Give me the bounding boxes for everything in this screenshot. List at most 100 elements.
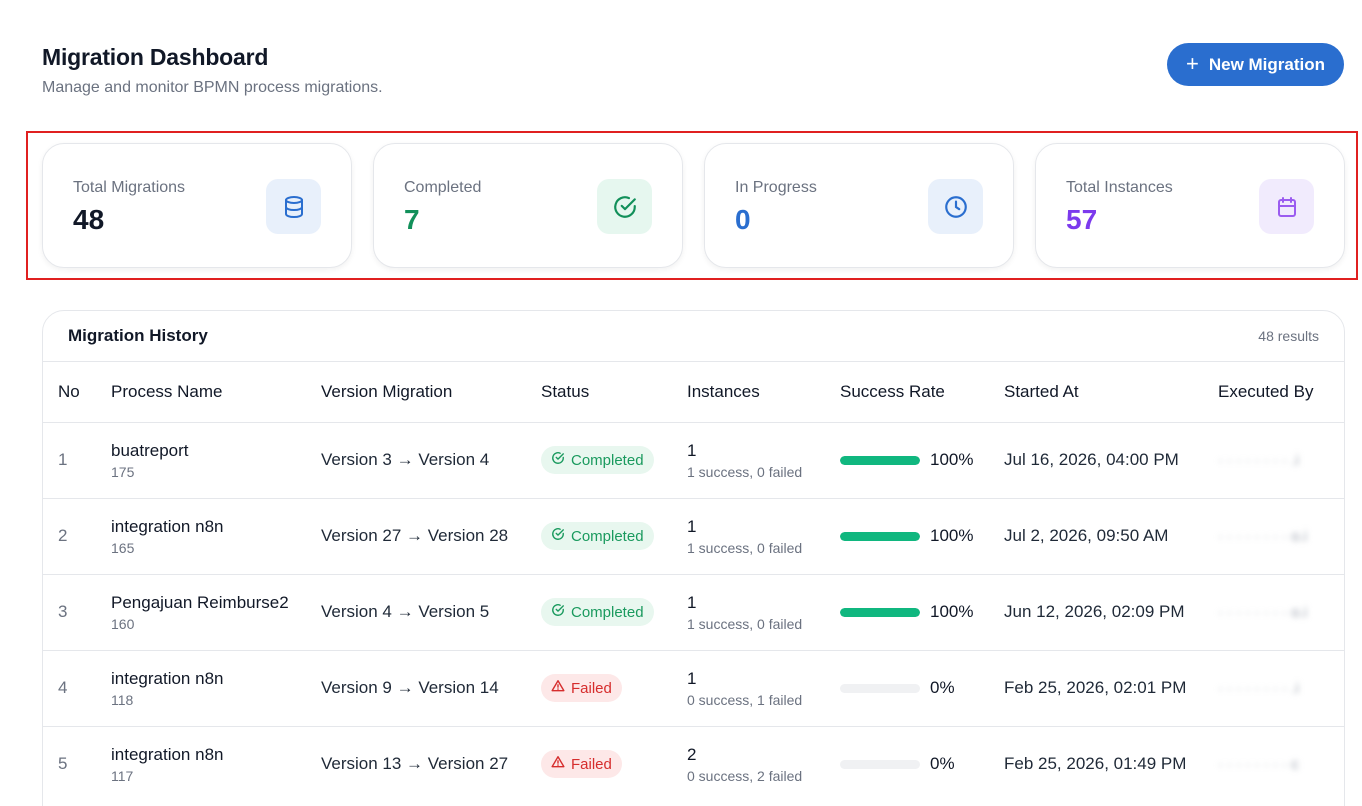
version-migration: Version 4 → Version 5 — [321, 573, 541, 650]
row-number: 3 — [43, 573, 111, 650]
check-circle-icon — [551, 527, 565, 545]
warning-icon — [551, 755, 565, 773]
success-rate-label: 100% — [930, 526, 974, 545]
stat-card-in-progress: In Progress 0 — [704, 143, 1014, 268]
process-name[interactable]: integration n8n — [111, 517, 321, 537]
table-row[interactable]: 3 Pengajuan Reimburse2 160 Version 4 → V… — [43, 573, 1344, 650]
history-header: Migration History 48 results — [43, 311, 1344, 362]
stat-label: Completed — [404, 179, 482, 196]
stat-label: Total Instances — [1066, 179, 1173, 196]
instances-cell: 1 0 success, 1 failed — [687, 649, 840, 726]
status-cell: Failed — [541, 725, 687, 802]
success-rate-cell: 0% — [840, 649, 1004, 726]
migration-table: No Process Name Version Migration Status… — [43, 362, 1344, 802]
instances-detail: 0 success, 2 failed — [687, 767, 803, 784]
process-name[interactable]: integration n8n — [111, 669, 321, 689]
process-id: 175 — [111, 463, 135, 480]
process-id: 117 — [111, 767, 134, 784]
success-rate-fill — [840, 455, 920, 465]
row-number: 1 — [43, 421, 111, 498]
column-header[interactable]: Started At — [1004, 362, 1218, 422]
process-cell: integration n8n 118 — [111, 649, 321, 726]
history-count: 48 results — [1258, 328, 1319, 344]
success-rate-cell: 0% — [840, 725, 1004, 802]
started-at: Feb 25, 2026, 02:01 PM — [1004, 649, 1218, 726]
clock-icon — [928, 179, 983, 234]
history-title: Migration History — [68, 326, 208, 345]
status-label: Failed — [571, 755, 612, 773]
stat-value: 57 — [1066, 204, 1098, 235]
started-at: Jun 12, 2026, 02:09 PM — [1004, 573, 1218, 650]
process-name[interactable]: Pengajuan Reimburse2 — [111, 593, 321, 613]
instances-cell: 2 0 success, 2 failed — [687, 725, 840, 802]
status-badge: Failed — [541, 674, 622, 702]
stats-row: Total Migrations 48 Completed 7 In Progr… — [42, 143, 1345, 268]
success-rate-label: 0% — [930, 678, 955, 697]
executed-by-cell: · · · · · · · · c — [1218, 725, 1344, 802]
success-rate-bar — [840, 455, 920, 465]
process-id: 165 — [111, 539, 135, 556]
column-header[interactable]: Executed By — [1218, 362, 1344, 422]
instances-detail: 1 success, 0 failed — [687, 539, 803, 556]
success-rate-bar — [840, 759, 920, 769]
table-row[interactable]: 5 integration n8n 117 Version 13 → Versi… — [43, 725, 1344, 802]
status-badge: Completed — [541, 446, 654, 474]
started-at: Feb 25, 2026, 01:49 PM — [1004, 725, 1218, 802]
instances-count: 1 — [687, 440, 697, 460]
success-rate-cell: 100% — [840, 497, 1004, 574]
version-migration: Version 3 → Version 4 — [321, 421, 541, 498]
column-header[interactable]: Process Name — [111, 362, 321, 422]
warning-icon — [551, 679, 565, 697]
instances-cell: 1 1 success, 0 failed — [687, 421, 840, 498]
table-row[interactable]: 2 integration n8n 165 Version 27 → Versi… — [43, 497, 1344, 574]
instances-detail: 0 success, 1 failed — [687, 691, 803, 708]
column-header[interactable]: Instances — [687, 362, 840, 422]
new-migration-button[interactable]: + New Migration — [1167, 43, 1344, 86]
stat-label: In Progress — [735, 179, 817, 196]
instances-count: 1 — [687, 592, 697, 612]
executed-by: · · · · · · · · .i — [1218, 451, 1299, 469]
stat-value: 0 — [735, 204, 751, 235]
plus-icon: + — [1185, 50, 1199, 76]
instances-cell: 1 1 success, 0 failed — [687, 573, 840, 650]
page-title: Migration Dashboard — [42, 44, 269, 70]
process-name[interactable]: integration n8n — [111, 745, 321, 765]
new-migration-label: New Migration — [1208, 54, 1326, 74]
instances-count: 2 — [687, 744, 697, 764]
stat-label: Total Migrations — [73, 179, 186, 196]
process-cell: Pengajuan Reimburse2 160 — [111, 573, 321, 650]
process-name[interactable]: buatreport — [111, 441, 321, 461]
status-cell: Completed — [541, 421, 687, 498]
column-header[interactable]: Status — [541, 362, 687, 422]
row-number: 2 — [43, 497, 111, 574]
instances-detail: 1 success, 0 failed — [687, 615, 803, 632]
process-id: 160 — [111, 615, 135, 632]
executed-by-cell: · · · · · · · · .i — [1218, 421, 1344, 498]
stat-value: 48 — [73, 204, 105, 235]
check-circle-icon — [597, 179, 652, 234]
column-header[interactable]: Success Rate — [840, 362, 1004, 422]
process-cell: buatreport 175 — [111, 421, 321, 498]
page-subtitle: Manage and monitor BPMN process migratio… — [42, 79, 383, 96]
row-number: 4 — [43, 649, 111, 726]
database-icon — [266, 179, 321, 234]
success-rate-label: 100% — [930, 450, 974, 469]
table-row[interactable]: 1 buatreport 175 Version 3 → Version 4 C… — [43, 421, 1344, 498]
started-at: Jul 16, 2026, 04:00 PM — [1004, 421, 1218, 498]
column-header[interactable]: Version Migration — [321, 362, 541, 422]
instances-count: 1 — [687, 516, 697, 536]
status-cell: Failed — [541, 649, 687, 726]
calendar-icon — [1259, 179, 1314, 234]
executed-by: · · · · · · · · o.i — [1218, 527, 1308, 545]
status-cell: Completed — [541, 573, 687, 650]
executed-by: · · · · · · · · .i — [1218, 679, 1299, 697]
success-rate-label: 100% — [930, 602, 974, 621]
executed-by-cell: · · · · · · · · o.i — [1218, 497, 1344, 574]
success-rate-cell: 100% — [840, 573, 1004, 650]
success-rate-label: 0% — [930, 754, 955, 774]
success-rate-bar — [840, 531, 920, 541]
success-rate-bar — [840, 683, 920, 693]
check-circle-icon — [551, 603, 565, 621]
column-header[interactable]: No — [43, 362, 111, 422]
table-row[interactable]: 4 integration n8n 118 Version 9 → Versio… — [43, 649, 1344, 726]
